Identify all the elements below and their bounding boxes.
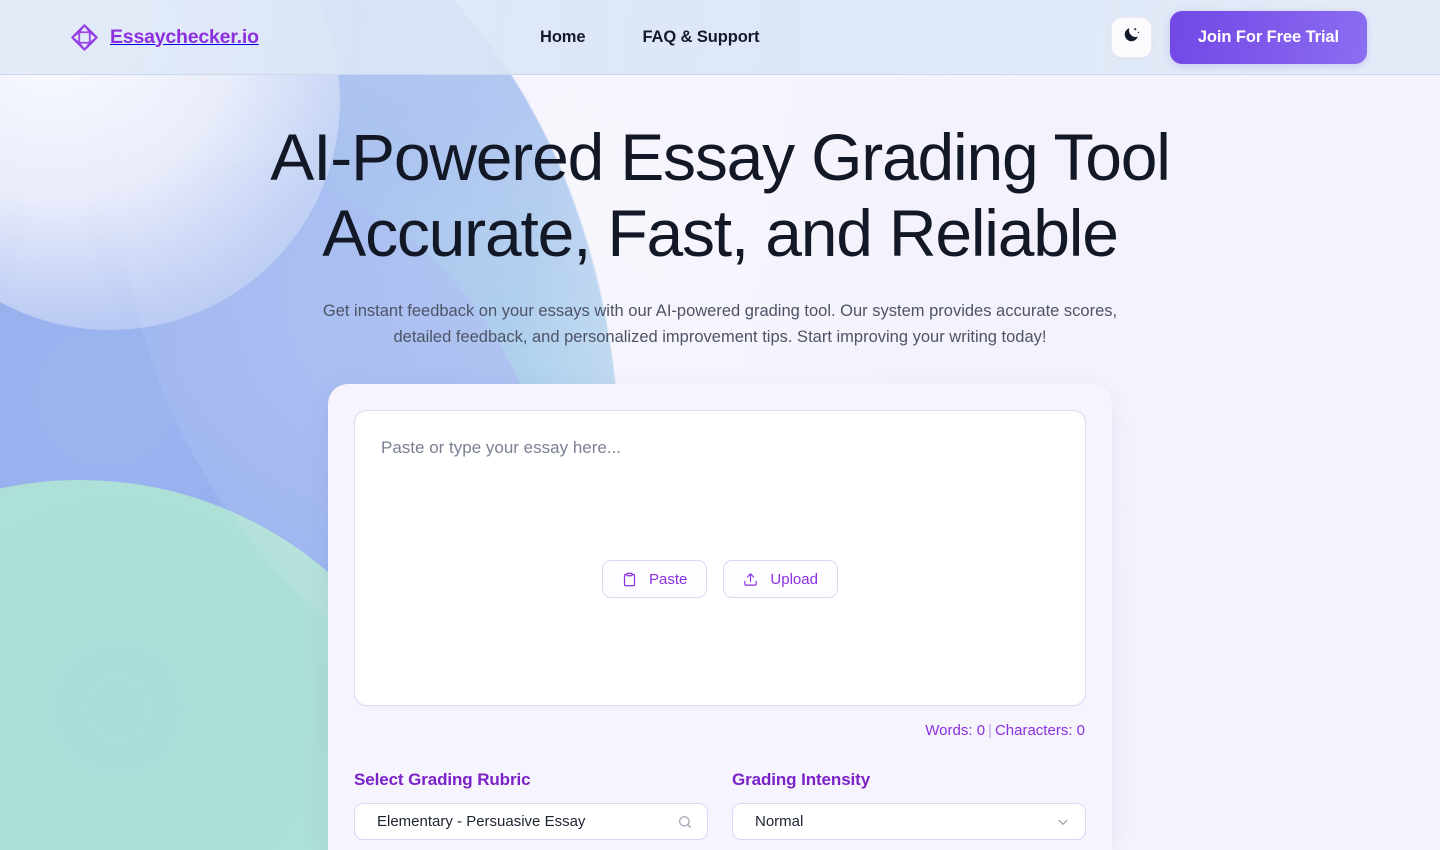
intensity-control: Grading Intensity Normal xyxy=(732,770,1086,840)
essay-input-container: Paste Upload xyxy=(354,410,1086,706)
main-navigation: Home FAQ & Support xyxy=(540,28,760,47)
header-actions: Join For Free Trial xyxy=(1110,10,1367,64)
chevron-down-icon[interactable] xyxy=(1055,814,1071,830)
upload-button-label: Upload xyxy=(770,570,818,588)
moon-stars-icon xyxy=(1122,25,1141,49)
upload-tray-icon xyxy=(743,572,758,587)
site-header: Essaychecker.io Home FAQ & Support Join … xyxy=(0,0,1440,75)
rubric-control: Select Grading Rubric xyxy=(354,770,708,840)
intensity-selected-value: Normal xyxy=(755,813,804,830)
intensity-select-field[interactable]: Normal xyxy=(732,803,1086,840)
intensity-label: Grading Intensity xyxy=(732,770,871,789)
hero-subtitle: Get instant feedback on your essays with… xyxy=(322,302,1118,346)
paste-button[interactable]: Paste xyxy=(602,560,708,598)
essay-grader-panel: Paste Upload Words: 0|Characters: 0 Sele… xyxy=(328,384,1112,850)
rubric-search-input[interactable] xyxy=(377,813,677,830)
page-title: AI-Powered Essay Grading Tool Accurate, … xyxy=(0,119,1440,271)
page-title-line-2: Accurate, Fast, and Reliable xyxy=(322,196,1119,271)
word-character-counter: Words: 0 | Characters: 0 xyxy=(354,722,1086,739)
brand-name: Essaychecker.io xyxy=(110,25,259,48)
word-count: Words: 0 xyxy=(925,722,986,739)
upload-button[interactable]: Upload xyxy=(723,560,838,598)
page-title-line-1: AI-Powered Essay Grading Tool xyxy=(270,120,1171,194)
join-free-trial-button[interactable]: Join For Free Trial xyxy=(1169,10,1367,64)
rubric-label: Select Grading Rubric xyxy=(354,770,531,789)
clipboard-icon xyxy=(622,572,637,587)
search-icon[interactable] xyxy=(677,814,693,830)
hero-section: AI-Powered Essay Grading Tool Accurate, … xyxy=(0,75,1440,350)
counter-divider: | xyxy=(988,722,992,739)
rubric-select-field[interactable] xyxy=(354,803,708,840)
geometric-diamond-logo-icon xyxy=(70,23,99,52)
nav-item-faq-support[interactable]: FAQ & Support xyxy=(642,28,759,47)
character-count: Characters: 0 xyxy=(994,722,1085,739)
grading-controls: Select Grading Rubric Grading Intensity … xyxy=(354,770,1086,840)
essay-textarea[interactable] xyxy=(355,411,1085,705)
brand-logo-link[interactable]: Essaychecker.io xyxy=(70,23,259,52)
dark-mode-toggle-button[interactable] xyxy=(1110,16,1152,58)
paste-button-label: Paste xyxy=(649,570,688,588)
nav-item-home[interactable]: Home xyxy=(540,28,586,47)
